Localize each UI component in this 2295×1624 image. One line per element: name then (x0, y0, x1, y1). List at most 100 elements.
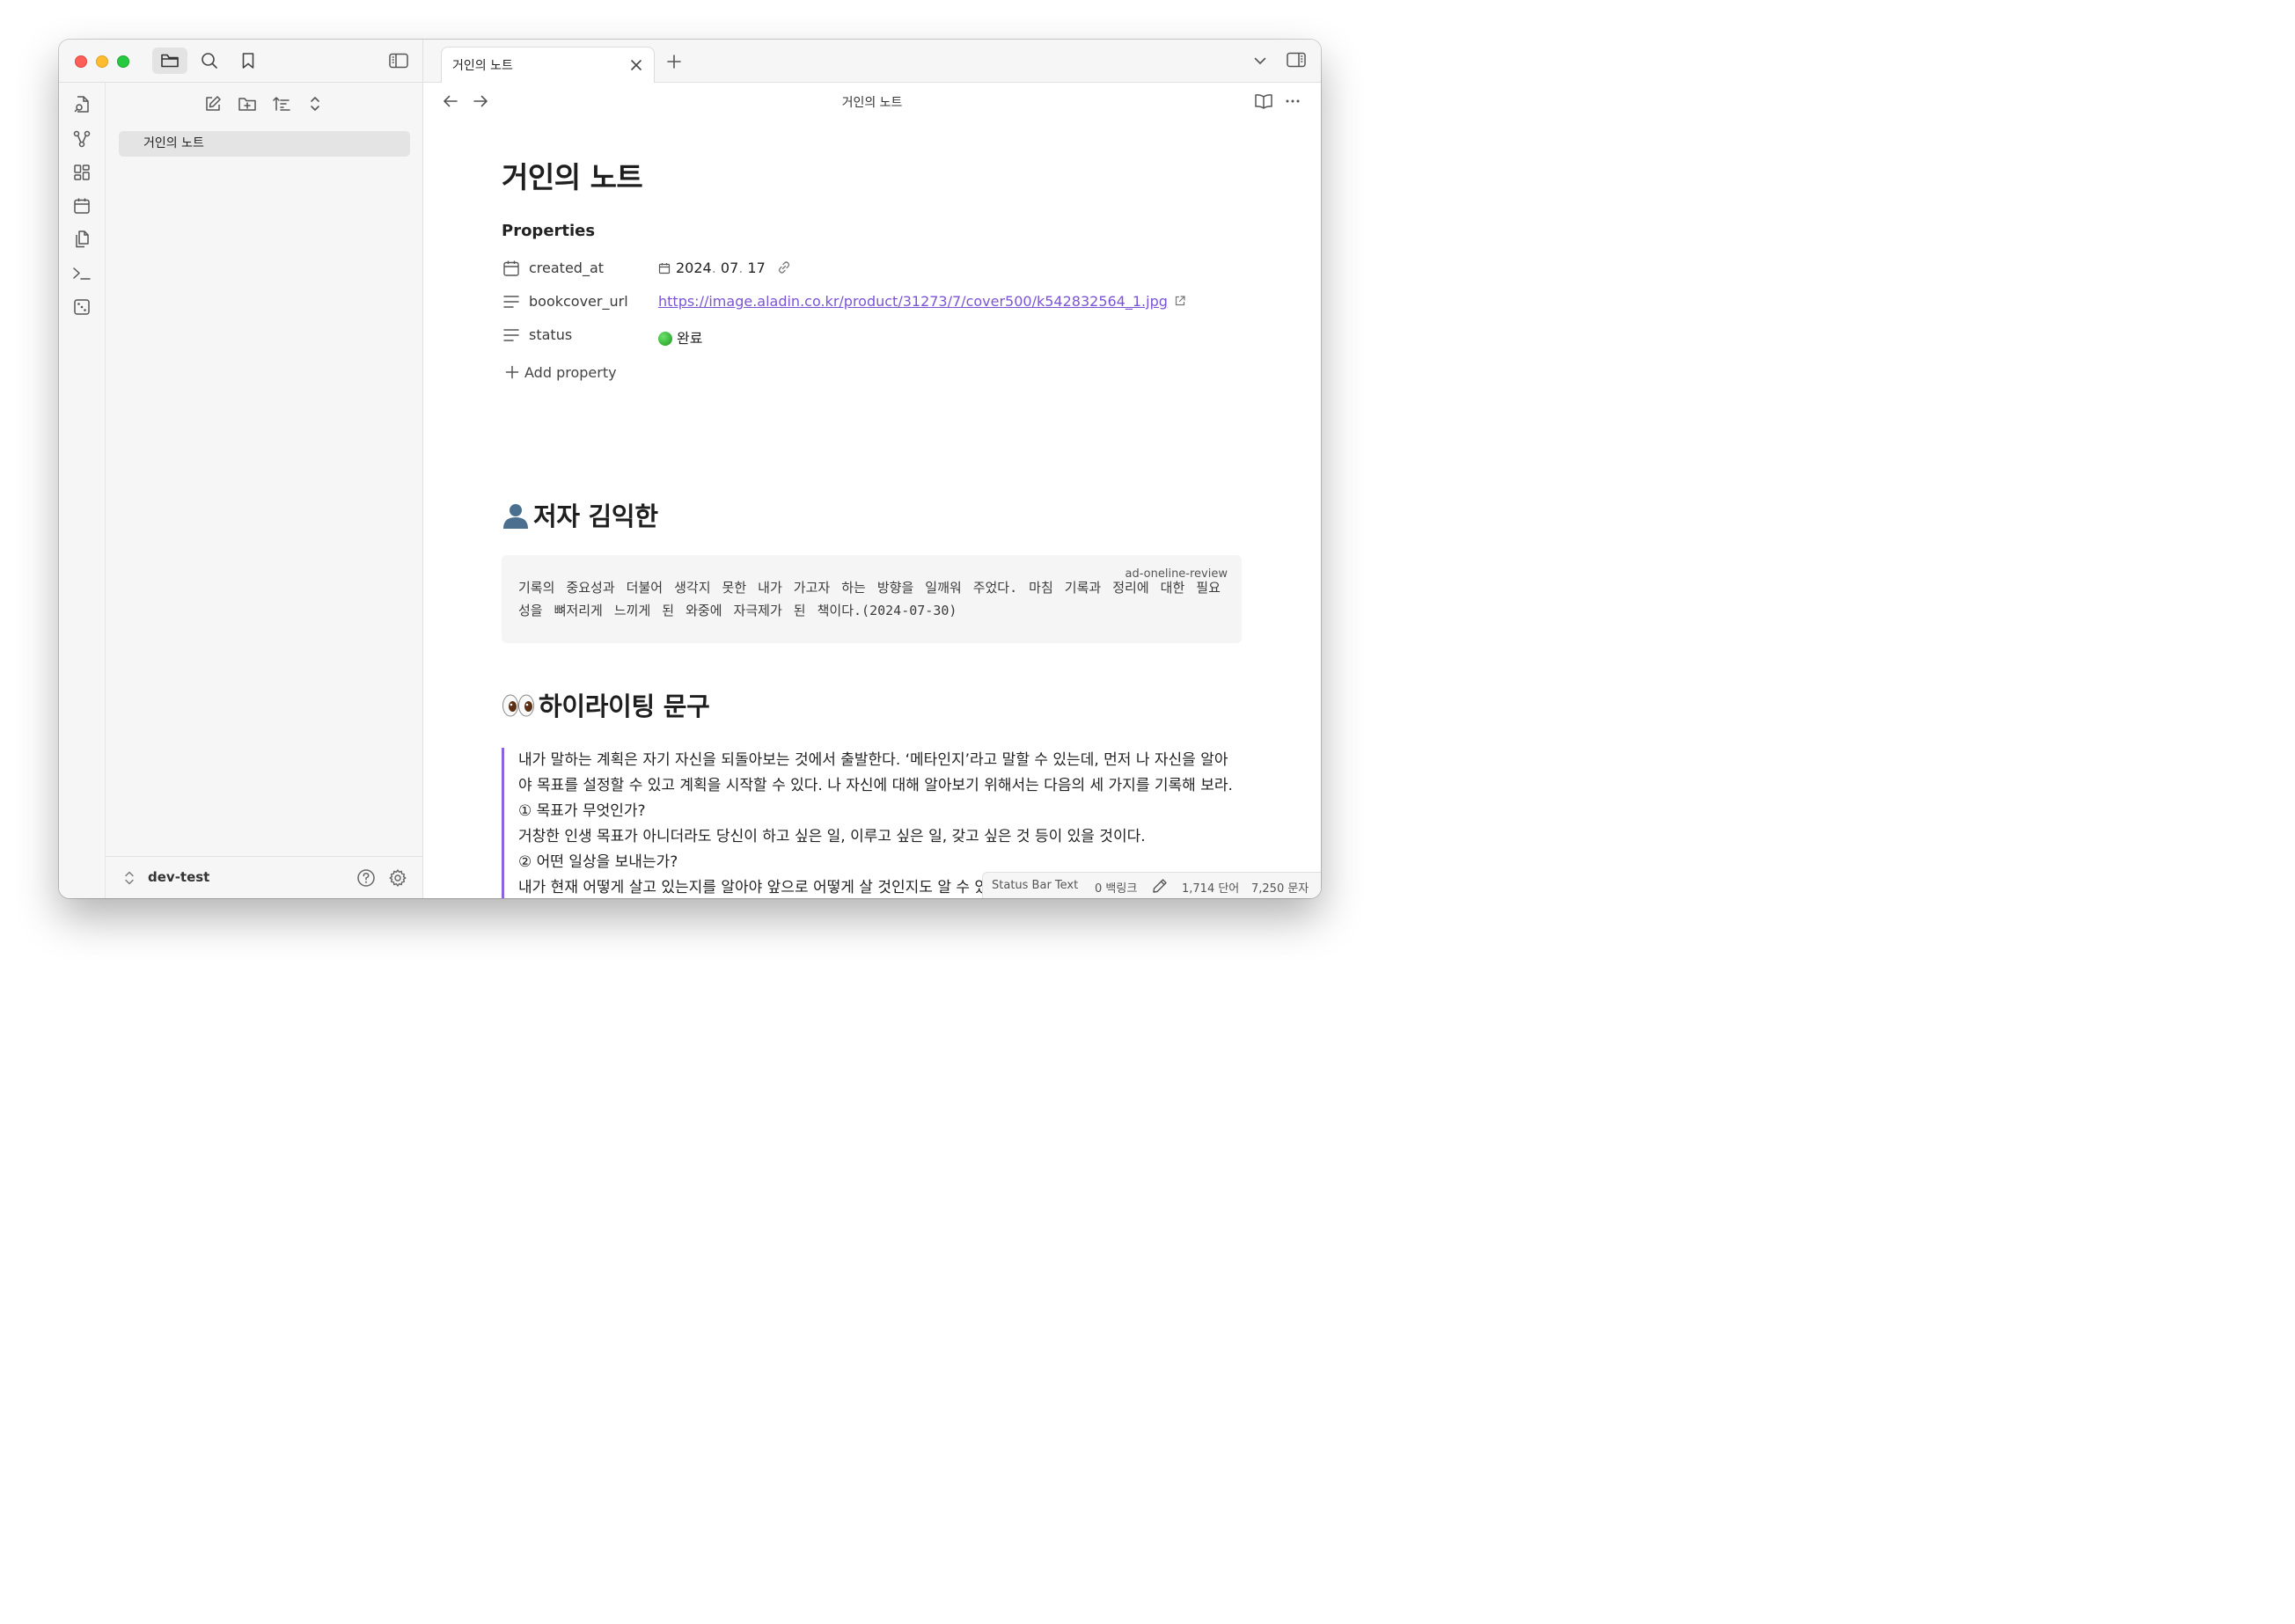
vault-name: dev-test (148, 869, 210, 885)
calendar-icon (502, 259, 521, 278)
tab-list-button[interactable] (1253, 54, 1267, 68)
bookcover-link[interactable]: https://image.aladin.co.kr/product/31273… (658, 293, 1168, 310)
property-status-value[interactable]: 완료 (658, 326, 702, 347)
tab-bar: 거인의 노트 (423, 40, 1321, 83)
properties-heading[interactable]: Properties (502, 222, 595, 240)
file-tree-item[interactable]: 거인의 노트 (119, 131, 410, 157)
plus-icon (666, 54, 682, 69)
more-options-button[interactable] (1285, 93, 1301, 109)
property-row-created-at[interactable]: created_at 2024. 07. 17 (502, 253, 1245, 283)
ribbon (59, 82, 106, 898)
chevron-down-icon (1253, 54, 1267, 68)
graph-icon (72, 130, 92, 148)
file-explorer: 거인의 노트 (106, 82, 422, 856)
plus-icon (505, 365, 519, 379)
note-content[interactable]: 거인의 노트 Properties created_at 2024. 07. 1… (502, 121, 1245, 898)
author-heading-text: 저자 김익한 (533, 501, 658, 531)
property-key[interactable]: status (529, 326, 572, 343)
chevrons-up-down-icon (123, 870, 136, 886)
reading-view-button[interactable] (1254, 93, 1273, 109)
property-row-bookcover-url[interactable]: bookcover_url https://image.aladin.co.kr… (502, 287, 1245, 317)
status-bar-text: Status Bar Text (992, 879, 1079, 892)
bookmarks-tab-button[interactable] (231, 48, 266, 74)
settings-gear-icon[interactable] (388, 868, 407, 888)
app-window: 거인의 노트 dev-test 거인의 노트 거인의 노트 거인의 노트 Pro… (59, 40, 1321, 898)
highlight-heading[interactable]: 하이라이팅 문구 (502, 686, 710, 723)
files-icon (73, 230, 91, 249)
calendar-small-icon (658, 262, 671, 274)
edit-mode-icon[interactable] (1152, 878, 1168, 894)
folder-plus-icon (238, 95, 257, 113)
zoom-window-button[interactable] (117, 55, 129, 68)
book-open-icon (1254, 93, 1273, 109)
collapse-all-button[interactable] (302, 91, 328, 117)
sidebar-left-icon (389, 53, 408, 69)
quick-switcher-button[interactable] (70, 93, 93, 116)
terminal-icon (72, 266, 92, 282)
toggle-left-sidebar-button[interactable] (381, 48, 416, 74)
graph-view-button[interactable] (70, 128, 93, 150)
files-tab-button[interactable] (152, 48, 187, 74)
sort-icon (272, 95, 291, 113)
external-link-icon[interactable] (1174, 295, 1186, 307)
sidebar-toolbar (59, 40, 422, 83)
daily-note-button[interactable] (70, 194, 93, 217)
bookmark-icon (240, 52, 256, 69)
calendar-icon (73, 197, 91, 215)
property-date-value[interactable]: 2024. 07. 17 (658, 260, 791, 276)
code-block[interactable]: ad-oneline-review 기록의 중요성과 더불어 생각지 못한 내가… (502, 555, 1242, 643)
left-sidebar: 거인의 노트 dev-test (59, 40, 423, 898)
quote-paragraph: 거창한 인생 목표가 아니더라도 당신이 하고 싶은 일, 이루고 싶은 일, … (518, 828, 1146, 845)
note-title[interactable]: 거인의 노트 (502, 154, 643, 196)
highlight-heading-text: 하이라이팅 문구 (539, 691, 710, 721)
status-text: 완료 (677, 330, 703, 347)
property-key[interactable]: created_at (529, 260, 604, 276)
pencil-square-icon (204, 95, 222, 113)
layout-dashboard-icon (73, 164, 91, 181)
quote-paragraph: 내가 말하는 계획은 자기 자신을 되돌아보는 것에서 출발한다. ‘메타인지’… (518, 751, 1233, 794)
new-folder-button[interactable] (234, 91, 260, 117)
date-day: 17 (747, 260, 766, 276)
author-heading[interactable]: 저자 김익한 (502, 496, 658, 533)
random-note-button[interactable] (70, 296, 93, 318)
text-lines-icon (502, 326, 521, 345)
tab-note[interactable]: 거인의 노트 (441, 47, 655, 83)
view-title[interactable]: 거인의 노트 (423, 93, 1321, 111)
sidebar-right-icon (1287, 52, 1306, 68)
sort-order-button[interactable] (268, 91, 295, 117)
templates-button[interactable] (70, 228, 93, 251)
close-icon[interactable] (627, 56, 645, 74)
canvas-button[interactable] (70, 161, 93, 184)
char-count: 7,250 문자 (1251, 882, 1309, 896)
search-icon (201, 52, 218, 69)
vault-switcher[interactable]: dev-test (106, 856, 422, 898)
date-month: 07 (720, 260, 739, 276)
backlinks-count[interactable]: 0 백링크 (1095, 879, 1137, 896)
add-property-label: Add property (524, 364, 617, 381)
help-icon[interactable] (356, 868, 376, 888)
close-window-button[interactable] (75, 55, 87, 68)
property-url-value[interactable]: https://image.aladin.co.kr/product/31273… (658, 293, 1186, 310)
property-row-status[interactable]: status 완료 (502, 320, 1245, 350)
new-note-button[interactable] (200, 91, 226, 117)
dice-icon (73, 298, 91, 316)
status-bar: Status Bar Text 0 백링크 1,714 단어 7,250 문자 (982, 872, 1321, 898)
minimize-window-button[interactable] (96, 55, 108, 68)
property-key[interactable]: bookcover_url (529, 293, 628, 310)
date-year: 2024 (676, 260, 712, 276)
add-property-button[interactable]: Add property (505, 364, 617, 381)
code-block-text: 기록의 중요성과 더불어 생각지 못한 내가 가고자 하는 방향을 일깨워 주었… (518, 580, 1221, 618)
folder-icon (160, 52, 180, 69)
new-tab-button[interactable] (664, 52, 684, 71)
command-palette-button[interactable] (70, 262, 93, 285)
date-sep: . (738, 260, 748, 276)
date-sep: . (711, 260, 721, 276)
search-tab-button[interactable] (192, 48, 227, 74)
text-lines-icon (502, 292, 521, 311)
eyes-icon (502, 692, 535, 719)
link-icon[interactable] (777, 260, 791, 274)
toggle-right-sidebar-button[interactable] (1287, 52, 1306, 68)
word-count: 1,714 단어 (1182, 882, 1240, 896)
green-circle-icon (658, 332, 672, 346)
tab-title: 거인의 노트 (452, 59, 513, 73)
